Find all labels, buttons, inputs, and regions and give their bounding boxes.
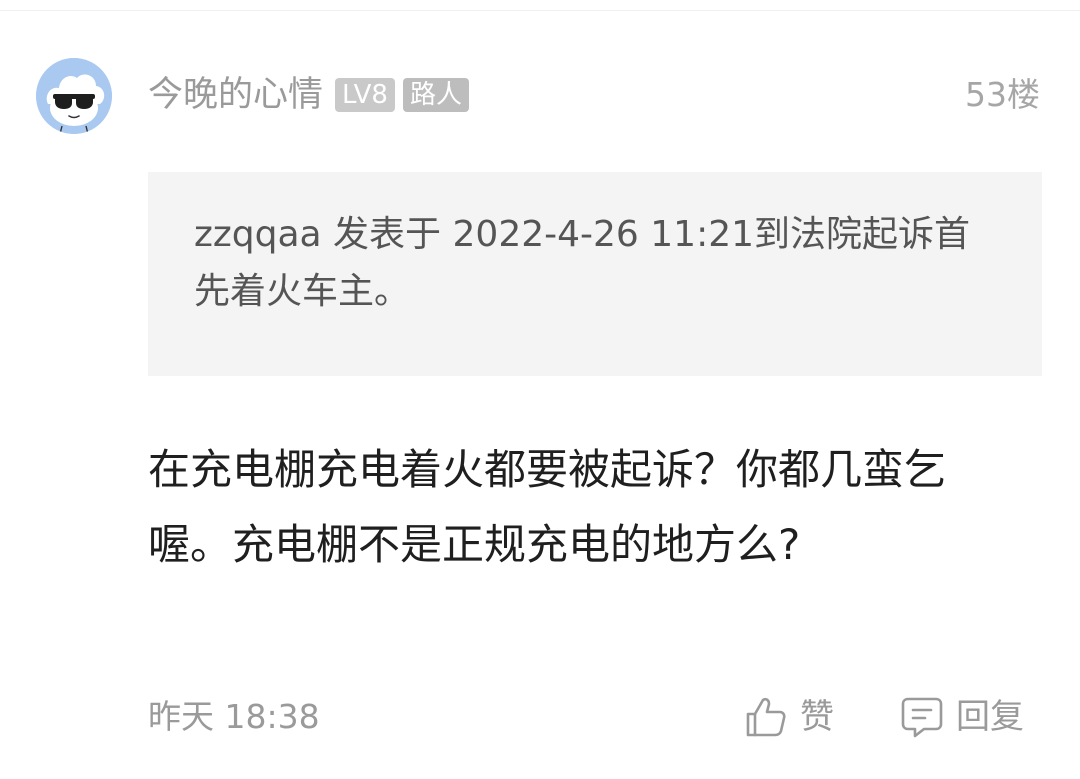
like-label: 赞 <box>800 697 834 737</box>
reply-label: 回复 <box>956 697 1024 737</box>
reply-button[interactable]: 回复 <box>900 692 1024 742</box>
user-avatar[interactable] <box>36 58 112 134</box>
username[interactable]: 今晚的心情 <box>148 70 323 120</box>
level-badge: LV8 <box>335 78 395 112</box>
comment-icon <box>900 695 944 739</box>
floor-number: 53楼 <box>965 75 1040 114</box>
quote-text: zzqqaa 发表于 2022-4-26 11:21到法院起诉首先着火车主。 <box>194 214 971 312</box>
role-badge: 路人 <box>402 78 469 112</box>
like-button[interactable]: 赞 <box>744 692 834 742</box>
cloud-avatar-icon <box>36 58 112 134</box>
quoted-post: zzqqaa 发表于 2022-4-26 11:21到法院起诉首先着火车主。 <box>148 172 1042 376</box>
thumbs-up-icon <box>744 695 788 739</box>
post-content: 在充电棚充电着火都要被起诉？你都几蛮乞喔。充电棚不是正规充电的地方么? <box>148 445 947 569</box>
post-time: 昨天 18:38 <box>148 697 320 736</box>
post-header: 今晚的心情 LV8 路人 <box>148 70 469 120</box>
top-divider <box>0 10 1080 11</box>
